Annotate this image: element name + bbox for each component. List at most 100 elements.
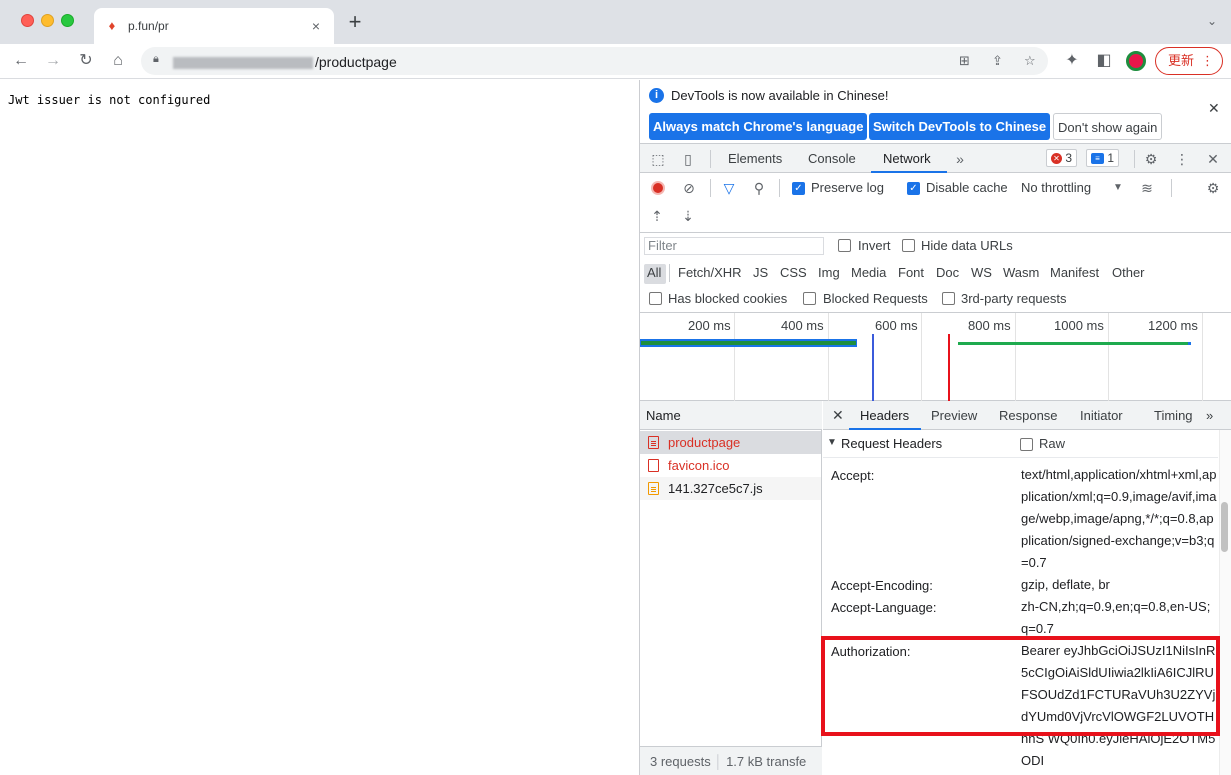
error-icon: ✕ bbox=[1051, 153, 1062, 164]
tab-preview[interactable]: Preview bbox=[931, 408, 977, 423]
url-text[interactable]: /productpage bbox=[173, 54, 397, 70]
throttling-select[interactable]: No throttling bbox=[1021, 180, 1091, 195]
header-value: zh-CN,zh;q=0.9,en;q=0.8,en-US;q=0.7 bbox=[1021, 599, 1211, 636]
more-options-icon[interactable]: ⋮ bbox=[1173, 150, 1191, 168]
tab-response[interactable]: Response bbox=[999, 408, 1058, 423]
close-infobar-icon[interactable]: ✕ bbox=[1208, 100, 1220, 117]
scrollbar-thumb[interactable] bbox=[1221, 502, 1228, 552]
back-arrow-icon[interactable]: ← bbox=[10, 50, 32, 72]
type-filter-fetch-xhr[interactable]: Fetch/XHR bbox=[678, 265, 742, 280]
hide-data-urls-checkbox[interactable] bbox=[902, 239, 915, 252]
translate-icon[interactable]: ⊞ bbox=[959, 53, 970, 69]
more-tabs-chevron-icon[interactable]: » bbox=[951, 150, 969, 168]
network-overview-timeline[interactable]: 200 ms 400 ms 600 ms 800 ms 1000 ms 1200… bbox=[640, 313, 1231, 401]
share-icon[interactable]: ⇪ bbox=[992, 53, 1003, 69]
status-footer: 3 requests │ 1.7 kB transfe bbox=[640, 746, 822, 775]
preserve-log-checkbox[interactable]: ✓ bbox=[792, 182, 805, 195]
inspect-element-icon[interactable]: ⬚ bbox=[649, 150, 667, 168]
search-icon[interactable]: ⚲ bbox=[750, 179, 768, 197]
language-infobar: i DevTools is now available in Chinese! … bbox=[640, 80, 1231, 144]
throttling-dropdown-icon[interactable]: ▼ bbox=[1109, 179, 1127, 197]
tab-timing[interactable]: Timing bbox=[1154, 408, 1193, 423]
invert-checkbox[interactable] bbox=[838, 239, 851, 252]
divider bbox=[1171, 179, 1172, 197]
profile-avatar[interactable] bbox=[1126, 51, 1146, 71]
switch-devtools-chinese-button[interactable]: Switch DevTools to Chinese bbox=[869, 113, 1051, 140]
reload-icon[interactable]: ↻ bbox=[75, 50, 97, 72]
maximize-window-button[interactable] bbox=[61, 14, 74, 27]
name-column-header[interactable]: Name bbox=[640, 401, 822, 430]
minimize-window-button[interactable] bbox=[41, 14, 54, 27]
extensions-puzzle-icon[interactable]: ✦ bbox=[1061, 50, 1083, 72]
export-har-icon[interactable]: ⇣ bbox=[679, 207, 697, 225]
close-detail-icon[interactable]: ✕ bbox=[832, 407, 844, 424]
redacted-host bbox=[173, 57, 313, 70]
disable-cache-label: Disable cache bbox=[926, 180, 1008, 195]
type-filter-img[interactable]: Img bbox=[818, 265, 840, 280]
forward-arrow-icon[interactable]: → bbox=[42, 50, 64, 72]
record-icon[interactable] bbox=[651, 181, 665, 195]
side-panel-icon[interactable]: ◧ bbox=[1093, 50, 1115, 72]
request-row-favicon[interactable]: favicon.ico bbox=[640, 454, 821, 477]
tab-search-chevron-icon[interactable]: ⌄ bbox=[1207, 14, 1217, 28]
address-bar[interactable]: 🔒︎ /productpage ⊞ ⇪ ☆ bbox=[141, 47, 1048, 75]
header-value: gzip, deflate, br bbox=[1021, 577, 1110, 592]
type-filter-wasm[interactable]: Wasm bbox=[1003, 265, 1039, 280]
clear-icon[interactable]: ⊘ bbox=[680, 179, 698, 197]
type-filter-media[interactable]: Media bbox=[851, 265, 886, 280]
request-row-js[interactable]: 141.327ce5c7.js bbox=[640, 477, 821, 500]
divider bbox=[710, 150, 711, 168]
tab-initiator[interactable]: Initiator bbox=[1080, 408, 1123, 423]
always-match-language-button[interactable]: Always match Chrome's language bbox=[649, 113, 868, 140]
type-filter-all[interactable]: All bbox=[647, 265, 661, 280]
more-detail-tabs-icon[interactable]: » bbox=[1206, 408, 1213, 423]
network-toolbar: ⊘ ▽ ⚲ ✓ Preserve log ✓ Disable cache No … bbox=[640, 173, 1231, 233]
close-devtools-icon[interactable]: ✕ bbox=[1204, 150, 1222, 168]
document-file-icon bbox=[648, 436, 659, 449]
device-toolbar-icon[interactable]: ▯ bbox=[679, 150, 697, 168]
tab-strip: ♦ p.fun/pr × + ⌄ bbox=[0, 0, 1231, 44]
request-row-productpage[interactable]: productpage bbox=[640, 431, 821, 454]
request-bar-green bbox=[641, 341, 856, 345]
network-settings-gear-icon[interactable]: ⚙ bbox=[1204, 179, 1222, 197]
tab-network[interactable]: Network bbox=[883, 151, 931, 166]
tab-headers[interactable]: Headers bbox=[860, 408, 909, 423]
dont-show-again-button[interactable]: Don't show again bbox=[1053, 113, 1163, 140]
error-count-badge[interactable]: ✕ 3 bbox=[1046, 149, 1078, 167]
page-message: Jwt issuer is not configured bbox=[8, 93, 211, 107]
blocked-requests-checkbox[interactable] bbox=[803, 292, 816, 305]
scrollbar-track[interactable] bbox=[1219, 430, 1231, 775]
type-filter-font[interactable]: Font bbox=[898, 265, 924, 280]
type-filter-other[interactable]: Other bbox=[1112, 265, 1145, 280]
message-count-badge[interactable]: ≡ 1 bbox=[1086, 149, 1120, 167]
close-tab-icon[interactable]: × bbox=[308, 18, 324, 34]
request-headers-section[interactable]: ▼ Request Headers Raw bbox=[823, 430, 1218, 458]
type-filter-doc[interactable]: Doc bbox=[936, 265, 959, 280]
import-har-icon[interactable]: ⇡ bbox=[648, 207, 666, 225]
disable-cache-checkbox[interactable]: ✓ bbox=[907, 182, 920, 195]
network-conditions-icon[interactable]: ≋ bbox=[1138, 179, 1156, 197]
type-filter-css[interactable]: CSS bbox=[780, 265, 807, 280]
browser-tab-active[interactable]: ♦ p.fun/pr × bbox=[94, 8, 334, 44]
info-icon: i bbox=[649, 88, 664, 103]
home-icon[interactable]: ⌂ bbox=[107, 50, 129, 72]
bookmark-star-icon[interactable]: ☆ bbox=[1024, 53, 1036, 69]
type-filter-js[interactable]: JS bbox=[753, 265, 768, 280]
raw-checkbox[interactable] bbox=[1020, 438, 1033, 451]
filter-input[interactable]: Filter bbox=[644, 237, 824, 255]
tab-console[interactable]: Console bbox=[808, 151, 856, 166]
has-blocked-cookies-checkbox[interactable] bbox=[649, 292, 662, 305]
tab-elements[interactable]: Elements bbox=[728, 151, 782, 166]
request-bar-green-2 bbox=[958, 342, 1190, 345]
divider bbox=[710, 179, 711, 197]
lock-icon[interactable]: 🔒︎ bbox=[153, 53, 159, 66]
type-filter-manifest[interactable]: Manifest bbox=[1050, 265, 1099, 280]
close-window-button[interactable] bbox=[21, 14, 34, 27]
type-filter-ws[interactable]: WS bbox=[971, 265, 992, 280]
new-tab-plus-icon[interactable]: + bbox=[345, 11, 365, 33]
transfer-size: 1.7 kB transfe bbox=[726, 754, 807, 769]
filter-funnel-icon[interactable]: ▽ bbox=[720, 179, 738, 197]
third-party-checkbox[interactable] bbox=[942, 292, 955, 305]
update-button[interactable]: 更新 ⋮ bbox=[1155, 47, 1223, 75]
settings-gear-icon[interactable]: ⚙ bbox=[1142, 150, 1160, 168]
